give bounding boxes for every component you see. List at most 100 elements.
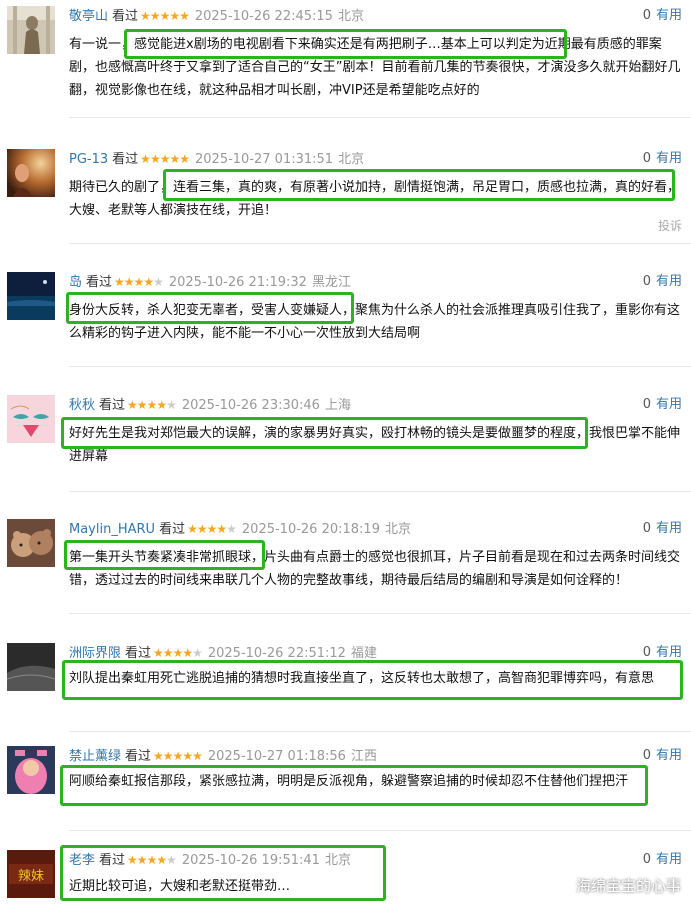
star-filled-icon: ★: [140, 9, 151, 23]
username-link[interactable]: 老李: [69, 853, 95, 868]
star-filled-icon: ★: [172, 749, 184, 763]
star-filled-icon: ★: [159, 9, 171, 23]
watermark: 海绵宝宝的心事: [575, 877, 681, 895]
review-location: 北京: [337, 9, 364, 24]
useful-button[interactable]: 有用: [656, 8, 682, 23]
review-time: 2025-10-26 21:19:32: [168, 275, 307, 290]
username-link[interactable]: 岛: [69, 275, 82, 290]
star-filled-icon: ★: [182, 646, 193, 660]
useful-button[interactable]: 有用: [656, 397, 682, 412]
review-text: 身份大反转，杀人犯变无辜者，受害人变嫌疑人，聚焦为什么杀人的社会派推理真吸引住我…: [69, 303, 681, 341]
username-link[interactable]: 敬亭山: [69, 9, 108, 24]
star-filled-icon: ★: [206, 522, 218, 536]
star-filled-icon: ★: [169, 152, 180, 166]
review-time: 2025-10-26 23:30:46: [181, 398, 320, 413]
rating-stars: ★★★★★: [127, 398, 177, 412]
review-item: 禁止薰绿 看过 ★★★★★ 2025-10-27 01:18:56 江西 0 有用 阿顺给…: [0, 740, 691, 845]
review-item: Maylin_HARU 看过 ★★★★★ 2025-10-26 20:18:19 北京 …: [0, 513, 691, 631]
useful-count: 0: [642, 748, 651, 763]
review-meta: 敬亭山 看过 ★★★★★ 2025-10-26 22:45:15 北京: [69, 7, 364, 26]
avatar[interactable]: [7, 395, 55, 443]
username-link[interactable]: 洲际界限: [69, 646, 121, 661]
rating-stars: ★★★★★: [153, 749, 203, 763]
useful-vote: 0 有用: [643, 851, 682, 869]
username-link[interactable]: 秋秋: [69, 398, 95, 413]
rating-stars: ★★★★★: [127, 853, 177, 867]
review-item: PG-13 看过 ★★★★★ 2025-10-27 01:31:51 北京 0 有用 期待…: [0, 143, 691, 261]
review-text: 期待已久的剧了，连看三集，真的爽，有原著小说加持，剧情挺饱满，吊足胃口，质感也拉…: [69, 180, 681, 218]
avatar[interactable]: [7, 746, 55, 794]
watch-status: 看过: [112, 152, 139, 167]
review-time: 2025-10-27 01:31:51: [195, 152, 334, 167]
review-meta: Maylin_HARU 看过 ★★★★★ 2025-10-26 20:18:19 北京: [69, 520, 411, 539]
star-filled-icon: ★: [156, 853, 167, 867]
useful-count: 0: [642, 397, 651, 412]
useful-button[interactable]: 有用: [656, 151, 682, 166]
review-text: 有一说一，感觉能进x剧场的电视剧看下来确实还是有两把刷子…基本上可以判定为近期最…: [69, 37, 681, 98]
username-link[interactable]: 禁止薰绿: [69, 749, 121, 764]
useful-button[interactable]: 有用: [656, 274, 682, 289]
star-filled-icon: ★: [146, 398, 158, 412]
report-link[interactable]: 投诉: [658, 217, 682, 234]
rating-stars: ★★★★★: [187, 522, 237, 536]
avatar[interactable]: [7, 519, 55, 567]
avatar-label: 辣妹: [18, 869, 44, 884]
watch-status: 看过: [125, 749, 152, 764]
review-time: 2025-10-26 20:18:19: [241, 522, 380, 537]
avatar[interactable]: 辣妹: [7, 850, 55, 898]
star-filled-icon: ★: [216, 522, 227, 536]
star-filled-icon: ★: [136, 398, 148, 412]
useful-button[interactable]: 有用: [656, 852, 682, 867]
star-empty-icon: ★: [166, 853, 177, 867]
star-filled-icon: ★: [133, 275, 145, 289]
star-empty-icon: ★: [166, 398, 177, 412]
useful-vote: 0 有用: [643, 520, 682, 538]
star-filled-icon: ★: [162, 646, 174, 660]
star-filled-icon: ★: [159, 152, 171, 166]
rating-stars: ★★★★★: [140, 152, 190, 166]
divider: [69, 117, 691, 118]
username-link[interactable]: PG-13: [69, 152, 108, 167]
username-link[interactable]: Maylin_HARU: [69, 522, 155, 537]
star-filled-icon: ★: [179, 152, 190, 166]
star-empty-icon: ★: [226, 522, 237, 536]
useful-count: 0: [642, 645, 651, 660]
useful-count: 0: [642, 151, 651, 166]
star-filled-icon: ★: [127, 398, 138, 412]
useful-button[interactable]: 有用: [656, 748, 682, 763]
review-location: 江西: [350, 749, 377, 764]
avatar[interactable]: [7, 272, 55, 320]
review-time: 2025-10-26 22:45:15: [194, 9, 333, 24]
divider: [69, 491, 691, 492]
useful-vote: 0 有用: [643, 150, 682, 168]
star-filled-icon: ★: [136, 853, 148, 867]
review-text: 阿顺给秦虹报信那段，紧张感拉满，明明是反派视角，躲避警察追捕的时候却忍不住替他们…: [69, 774, 629, 789]
review-location: 上海: [324, 398, 351, 413]
star-filled-icon: ★: [169, 9, 180, 23]
divider: [69, 366, 691, 367]
avatar[interactable]: [7, 6, 55, 54]
review-time: 2025-10-27 01:18:56: [207, 749, 346, 764]
watch-status: 看过: [99, 398, 126, 413]
rating-stars: ★★★★★: [140, 9, 190, 23]
star-filled-icon: ★: [156, 398, 167, 412]
avatar[interactable]: [7, 149, 55, 197]
review-location: 北京: [324, 853, 351, 868]
star-filled-icon: ★: [196, 522, 208, 536]
star-filled-icon: ★: [172, 646, 184, 660]
useful-button[interactable]: 有用: [656, 645, 682, 660]
star-filled-icon: ★: [162, 749, 174, 763]
review-location: 黑龙江: [311, 275, 351, 290]
star-empty-icon: ★: [153, 275, 164, 289]
review-meta: 老李 看过 ★★★★★ 2025-10-26 19:51:41 北京: [69, 851, 351, 870]
avatar[interactable]: [7, 643, 55, 691]
review-item: 敬亭山 看过 ★★★★★ 2025-10-26 22:45:15 北京 0 有用 有一说一…: [0, 0, 691, 118]
useful-button[interactable]: 有用: [656, 521, 682, 536]
divider: [69, 243, 691, 244]
star-filled-icon: ★: [153, 749, 164, 763]
useful-count: 0: [642, 8, 651, 23]
review-location: 福建: [350, 646, 377, 661]
star-filled-icon: ★: [153, 646, 164, 660]
star-filled-icon: ★: [192, 749, 203, 763]
star-filled-icon: ★: [149, 152, 161, 166]
